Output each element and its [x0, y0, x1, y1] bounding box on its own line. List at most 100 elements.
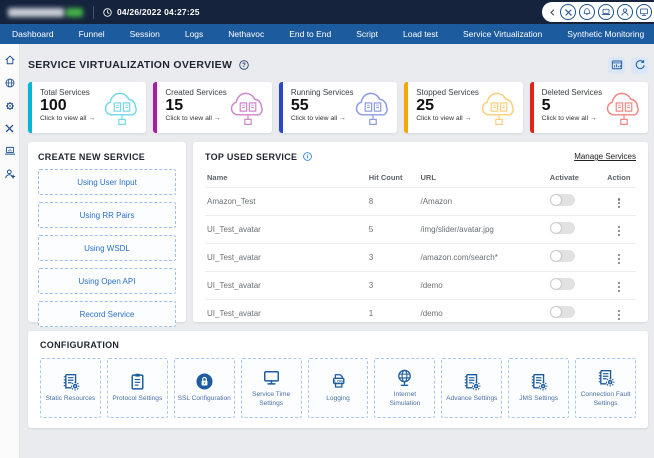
refresh-icon[interactable]: [631, 56, 648, 74]
tile-label: SSL Configuration: [177, 395, 231, 403]
nav-item-dashboard[interactable]: Dashboard: [12, 29, 54, 39]
doc-gear-icon: [596, 368, 616, 388]
lock-icon: [195, 372, 214, 391]
tools-icon[interactable]: [4, 123, 15, 134]
tile-label: Logging: [326, 395, 350, 403]
jms-settings-tile[interactable]: JMS Settings: [508, 358, 570, 418]
internet-simulation-tile[interactable]: Internet Simulation: [374, 358, 436, 418]
table-row: UI_Test_avatar 5 /img/slider/avatar.jpg: [205, 214, 636, 244]
stat-card-total-services[interactable]: Total Services 100 Click to view all →: [28, 82, 147, 133]
nav-item-nethavoc[interactable]: Nethavoc: [228, 29, 264, 39]
bell-icon[interactable]: [579, 4, 595, 20]
clipboard-icon: [128, 372, 147, 391]
cloud-services-icon: [101, 89, 143, 126]
service-url: /amazon.com/search*: [420, 242, 550, 272]
log-printer-icon: [329, 372, 348, 391]
laptop-icon[interactable]: [598, 4, 614, 20]
kebab-menu-icon[interactable]: [614, 309, 624, 321]
page-header: SERVICE VIRTUALIZATION OVERVIEW: [28, 52, 648, 78]
kebab-menu-icon[interactable]: [614, 253, 624, 265]
stat-card-created-services[interactable]: Created Services 15 Click to view all →: [153, 82, 272, 133]
doc-gear-icon: [61, 372, 80, 392]
hit-count: 3: [368, 270, 421, 300]
topbar-icon-tray: [542, 2, 654, 22]
datetime-text: 04/26/2022 04:27:25: [117, 7, 200, 17]
nav-item-load-test[interactable]: Load test: [403, 29, 438, 39]
top-used-table: Name Hit Count URL Activate Action Amazo…: [205, 170, 636, 327]
manage-services-link[interactable]: Manage Services: [574, 152, 636, 161]
stat-card-stopped-services[interactable]: Stopped Services 25 Click to view all →: [404, 82, 523, 133]
table-row: UI_Test_avatar 3 /amazon.com/search*: [205, 242, 636, 272]
nav-item-script[interactable]: Script: [356, 29, 378, 39]
col-header-url: URL: [420, 173, 436, 182]
tile-label: Service Time Settings: [252, 391, 291, 407]
laptop-chart-icon[interactable]: [4, 145, 16, 157]
using-open-api-button[interactable]: Using Open API: [38, 268, 176, 294]
datetime-display: 04/26/2022 04:27:25: [102, 7, 200, 18]
activate-toggle[interactable]: [549, 278, 575, 291]
advance-settings-tile[interactable]: Advance Settings: [441, 358, 503, 418]
hit-count: 1: [368, 298, 421, 327]
topbar: 04/26/2022 04:27:25: [0, 0, 654, 24]
hit-count: 5: [368, 214, 421, 244]
using-rr-pairs-button[interactable]: Using RR Pairs: [38, 202, 176, 228]
icon-sidebar: [0, 44, 20, 458]
activate-toggle[interactable]: [549, 222, 575, 235]
kebab-menu-icon[interactable]: [614, 225, 624, 237]
activate-toggle[interactable]: [549, 306, 575, 319]
col-header-activate: Activate: [549, 173, 579, 182]
doc-gear-icon: [529, 372, 549, 392]
nav-item-service-virtualization[interactable]: Service Virtualization: [463, 29, 542, 39]
page-title: SERVICE VIRTUALIZATION OVERVIEW: [28, 59, 233, 71]
service-name: Amazon_Test: [205, 187, 369, 216]
content-area: SERVICE VIRTUALIZATION OVERVIEW Total Se…: [20, 44, 654, 458]
logging-tile[interactable]: Logging: [307, 358, 369, 418]
ssl-configuration-tile[interactable]: SSL Configuration: [173, 358, 235, 418]
chevron-left-icon[interactable]: [548, 8, 557, 17]
kebab-menu-icon[interactable]: [614, 197, 624, 209]
table-row: Amazon_Test 8 /Amazon: [205, 187, 636, 216]
stat-card-running-services[interactable]: Running Services 55 Click to view all →: [278, 82, 398, 133]
globe-icon[interactable]: [4, 77, 16, 89]
nav-item-logs[interactable]: Logs: [185, 29, 203, 39]
nav-item-end-to-end[interactable]: End to End: [289, 29, 331, 39]
record-service-button[interactable]: Record Service: [38, 301, 176, 327]
nav-item-synthetic-monitoring[interactable]: Synthetic Monitoring: [567, 29, 644, 39]
tools-icon[interactable]: [560, 4, 576, 20]
gear-icon[interactable]: [4, 100, 16, 112]
help-icon[interactable]: [238, 59, 250, 71]
activate-toggle[interactable]: [549, 194, 575, 207]
main-nav: Dashboard Funnel Session Logs Nethavoc E…: [0, 24, 654, 44]
using-wsdl-button[interactable]: Using WSDL: [38, 235, 176, 261]
create-panel-title: CREATE NEW SERVICE: [38, 152, 146, 162]
cloud-services-icon: [227, 89, 269, 126]
app-logo: [8, 7, 83, 17]
service-time-settings-tile[interactable]: Service Time Settings: [240, 358, 302, 418]
monitor-icon[interactable]: [636, 4, 652, 20]
col-header-hit-count: Hit Count: [368, 173, 403, 182]
nav-item-session[interactable]: Session: [130, 29, 160, 39]
service-name: UI_Test_avatar: [205, 298, 369, 327]
home-icon[interactable]: [4, 54, 16, 66]
cloud-services-icon: [352, 89, 394, 126]
activate-toggle[interactable]: [549, 250, 575, 263]
service-name: UI_Test_avatar: [205, 242, 369, 272]
connection-fault-settings-tile[interactable]: Connection Fault Settings: [575, 358, 637, 418]
info-icon[interactable]: [302, 151, 313, 162]
nav-item-funnel[interactable]: Funnel: [79, 29, 105, 39]
kebab-menu-icon[interactable]: [614, 281, 624, 293]
service-name: UI_Test_avatar: [205, 214, 369, 244]
using-user-input-button[interactable]: Using User Input: [38, 169, 176, 195]
stat-card-deleted-services[interactable]: Deleted Services 5 Click to view all →: [529, 82, 649, 133]
configuration-title: CONFIGURATION: [40, 340, 120, 350]
top-used-title: TOP USED SERVICE: [205, 151, 298, 162]
protocol-settings-tile[interactable]: Protocol Settings: [106, 358, 168, 418]
user-add-icon[interactable]: [4, 168, 16, 180]
static-resources-tile[interactable]: Static Resources: [40, 358, 101, 418]
table-row: UI_Test_avatar 1 /demo: [205, 298, 636, 327]
tile-label: Protocol Settings: [112, 395, 163, 403]
service-name: UI_Test_avatar: [205, 270, 369, 300]
service-url: /demo: [420, 270, 550, 300]
user-icon[interactable]: [617, 4, 633, 20]
report-window-icon[interactable]: [608, 56, 625, 74]
